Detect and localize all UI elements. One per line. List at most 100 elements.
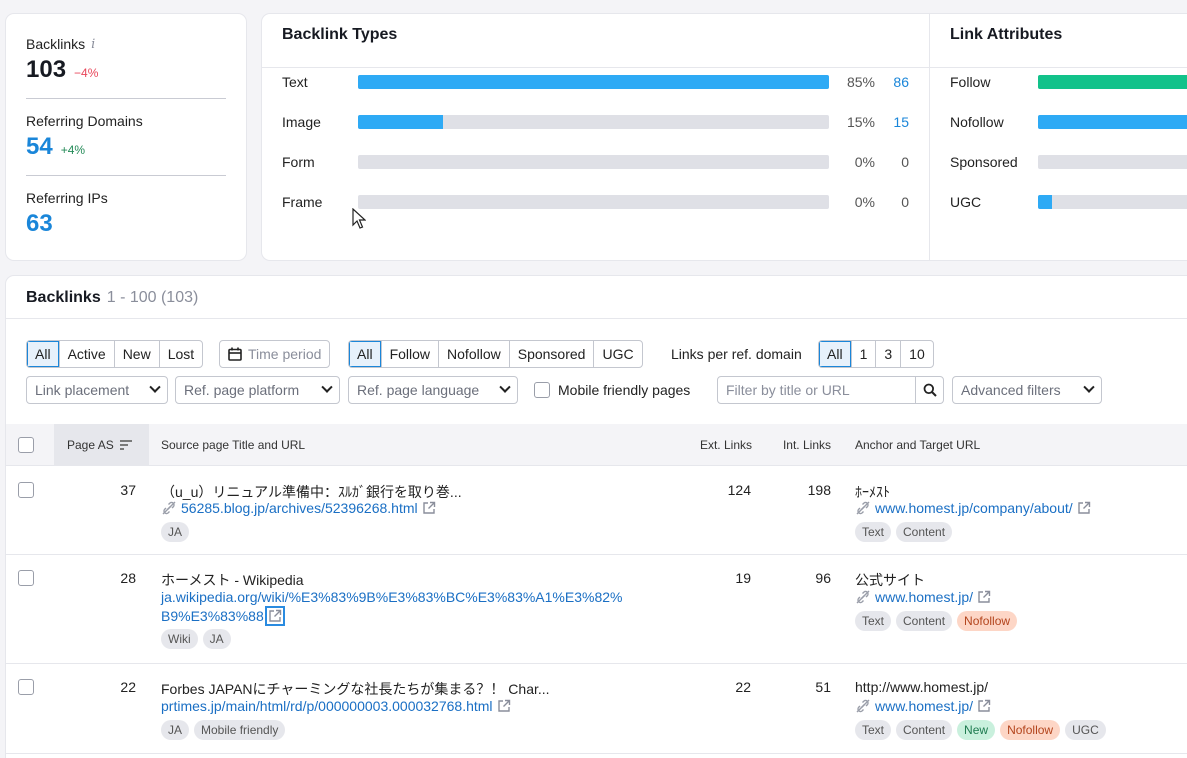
divider: [6, 318, 1187, 319]
type-percent: 0%: [854, 154, 875, 170]
type-all[interactable]: All: [349, 341, 381, 367]
external-link-icon[interactable]: [1077, 501, 1091, 515]
anchor-text: http://www.homest.jp/: [855, 679, 989, 695]
link-placement-dropdown[interactable]: Link placement: [26, 376, 168, 404]
attribute-bar[interactable]: [1038, 75, 1187, 89]
row-checkbox[interactable]: [18, 570, 34, 586]
status-active[interactable]: Active: [58, 341, 114, 367]
per-domain-3[interactable]: 3: [875, 341, 900, 367]
backlink-types-card: Backlink Types Link Attributes Text 85% 86…: [262, 14, 1187, 260]
external-link-icon[interactable]: [497, 699, 511, 713]
attribute-bar[interactable]: [1038, 115, 1187, 129]
mouse-cursor-icon: [352, 208, 366, 229]
target-url-line: www.homest.jp/company/about/: [855, 499, 1091, 518]
chevron-down-icon: [499, 381, 511, 393]
nofollow-icon: [856, 699, 870, 713]
time-period-button[interactable]: Time period: [219, 340, 331, 368]
nofollow-icon: [856, 501, 870, 515]
table-title: Backlinks 1 - 100 (103): [26, 289, 198, 307]
source-url-line: prtimes.jp/main/html/rd/p/000000003.0000…: [161, 697, 511, 716]
nofollow-icon: [856, 590, 870, 604]
table-header: Page AS Source page Title and URL Ext. L…: [6, 424, 1187, 466]
source-url[interactable]: prtimes.jp/main/html/rd/p/000000003.0000…: [161, 698, 493, 714]
tag: JA: [161, 522, 190, 542]
type-bar[interactable]: [358, 155, 829, 169]
type-count[interactable]: 0: [875, 154, 909, 170]
external-link-icon[interactable]: [977, 590, 991, 604]
int-links-value[interactable]: 51: [766, 679, 831, 695]
type-nofollow[interactable]: Nofollow: [438, 341, 509, 367]
type-bar[interactable]: [358, 195, 829, 209]
search-button[interactable]: [915, 377, 943, 403]
ext-links-value[interactable]: 19: [686, 570, 751, 586]
divider: [930, 67, 1187, 68]
ref-platform-dropdown[interactable]: Ref. page platform: [175, 376, 340, 404]
col-source[interactable]: Source page Title and URL: [161, 424, 305, 466]
page-as-value: 28: [120, 570, 136, 586]
attribute-label: Sponsored: [950, 154, 1018, 170]
int-links-value[interactable]: 96: [766, 570, 831, 586]
source-url[interactable]: ja.wikipedia.org/wiki/%E3%83%9B%E3%83%BC…: [161, 588, 622, 626]
time-period-label: Time period: [248, 346, 322, 362]
source-url[interactable]: 56285.blog.jp/archives/52396268.html: [181, 500, 418, 516]
type-bar[interactable]: [358, 115, 829, 129]
target-url[interactable]: www.homest.jp/company/about/: [875, 500, 1073, 516]
chevron-down-icon: [149, 381, 161, 393]
ref-language-dropdown[interactable]: Ref. page language: [348, 376, 518, 404]
anchor-text: 公式サイト: [855, 572, 925, 588]
target-url-line: www.homest.jp/: [855, 697, 991, 716]
attribute-bar[interactable]: [1038, 155, 1187, 169]
type-label: Frame: [282, 194, 323, 210]
search-input[interactable]: Filter by title or URL: [718, 377, 915, 403]
link-attribute-row: Sponsored: [950, 152, 1187, 172]
attribute-bar[interactable]: [1038, 195, 1187, 209]
col-ext-links[interactable]: Ext. Links: [676, 424, 752, 466]
type-count[interactable]: 15: [875, 114, 909, 130]
select-all-checkbox[interactable]: [18, 437, 34, 453]
backlinks-value[interactable]: 103: [26, 56, 66, 84]
source-url-part: B9%E3%83%88: [161, 608, 264, 624]
tag-new: New: [957, 720, 996, 740]
type-sponsored[interactable]: Sponsored: [508, 341, 594, 367]
external-link-icon[interactable]: [422, 501, 436, 515]
table-range: 1 - 100 (103): [106, 289, 199, 306]
type-follow[interactable]: Follow: [380, 341, 438, 367]
per-domain-1[interactable]: 1: [850, 341, 876, 367]
status-new[interactable]: New: [113, 341, 159, 367]
row-checkbox[interactable]: [18, 679, 34, 695]
info-icon[interactable]: i: [91, 37, 95, 52]
status-lost[interactable]: Lost: [158, 341, 202, 367]
chevron-down-icon: [1083, 381, 1095, 393]
status-all[interactable]: All: [27, 341, 59, 367]
target-url[interactable]: www.homest.jp/: [875, 589, 973, 605]
target-url[interactable]: www.homest.jp/: [875, 698, 973, 714]
per-domain-10[interactable]: 10: [900, 341, 933, 367]
external-link-icon[interactable]: [977, 699, 991, 713]
type-bar[interactable]: [358, 75, 829, 89]
search-icon: [923, 383, 937, 397]
backlinks-delta: −4%: [74, 66, 99, 80]
backlink-type-row: Frame 0% 0: [282, 192, 909, 212]
col-int-links[interactable]: Int. Links: [766, 424, 831, 466]
chevron-down-icon: [321, 381, 333, 393]
type-count[interactable]: 0: [875, 194, 909, 210]
ext-links-value[interactable]: 124: [686, 482, 751, 498]
tag: JA: [161, 720, 190, 740]
type-ugc[interactable]: UGC: [593, 341, 641, 367]
ips-value[interactable]: 63: [26, 210, 53, 238]
external-link-icon[interactable]: [264, 606, 285, 626]
page-as-value: 37: [120, 482, 136, 498]
type-count[interactable]: 86: [875, 74, 909, 90]
table-row: 37 （u_u）リニュアル準備中：ｽﾙｶﾞ銀行を取り巻... 56285.blo…: [6, 467, 1187, 555]
advanced-filters-dropdown[interactable]: Advanced filters: [952, 376, 1102, 404]
per-domain-all[interactable]: All: [819, 341, 851, 367]
ext-links-value[interactable]: 22: [686, 679, 751, 695]
row-checkbox[interactable]: [18, 482, 34, 498]
domains-value[interactable]: 54: [26, 133, 53, 161]
mobile-friendly-checkbox[interactable]: [534, 382, 550, 398]
tag: JA: [202, 629, 231, 649]
col-page-as[interactable]: Page AS: [54, 424, 149, 466]
anchor-tags: Text Content Nofollow: [855, 611, 1018, 631]
int-links-value[interactable]: 198: [766, 482, 831, 498]
col-anchor[interactable]: Anchor and Target URL: [855, 424, 980, 466]
